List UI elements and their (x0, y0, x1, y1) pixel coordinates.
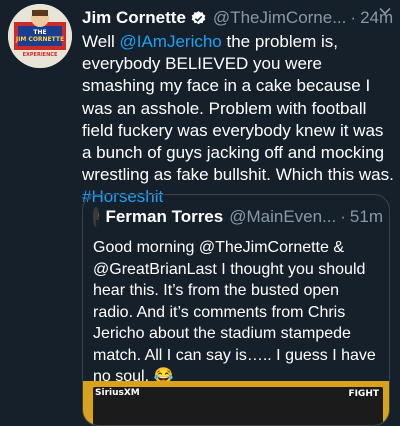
tweet[interactable]: THE JIM CORNETTE EXPERIENCE Jim Cornette… (0, 0, 400, 426)
media-video-frame: SiriusXM FIGHT (93, 387, 383, 425)
tweet-text-part-1: Well (82, 32, 120, 51)
quoted-tweet-header: Ferman Torres @MainEven... · 51m (93, 205, 383, 229)
mention-link[interactable]: @IAmJericho (119, 32, 221, 51)
tweet-text: Well @IAmJericho the problem is, everybo… (82, 31, 394, 209)
quoted-author-avatar[interactable] (93, 207, 100, 227)
media-logo-right: FIGHT (348, 389, 379, 399)
time-separator: · (350, 8, 357, 27)
quoted-time-separator: · (340, 207, 346, 226)
quoted-tweet[interactable]: Ferman Torres @MainEven... · 51m Good mo… (82, 194, 390, 426)
quoted-tweet-media[interactable]: SiriusXM FIGHT (83, 381, 389, 425)
verified-badge-icon (190, 10, 207, 27)
quoted-author-name[interactable]: Ferman Torres (105, 207, 223, 227)
tweet-text-part-2: the problem is, everybody BELIEVED you w… (82, 32, 394, 185)
quoted-tweet-text: Good morning @TheJimCornette & @GreatBri… (93, 239, 376, 385)
author-handle[interactable]: @TheJimCorne... (213, 8, 346, 28)
author-avatar[interactable]: THE JIM CORNETTE EXPERIENCE (8, 4, 72, 68)
tweet-header: Jim Cornette @TheJimCorne... · 24m (82, 6, 394, 30)
author-name[interactable]: Jim Cornette (82, 8, 186, 28)
avatar-logo-line-1: THE (33, 29, 46, 36)
chevron-down-icon[interactable] (378, 4, 392, 18)
quoted-author-handle[interactable]: @MainEven... (229, 207, 336, 227)
quoted-tweet-timestamp[interactable]: 51m (350, 207, 383, 227)
avatar-logo-line-3: EXPERIENCE (23, 52, 58, 58)
media-logo-left: SiriusXM (95, 388, 140, 398)
avatar-logo-line-2: JIM CORNETTE (15, 36, 64, 43)
